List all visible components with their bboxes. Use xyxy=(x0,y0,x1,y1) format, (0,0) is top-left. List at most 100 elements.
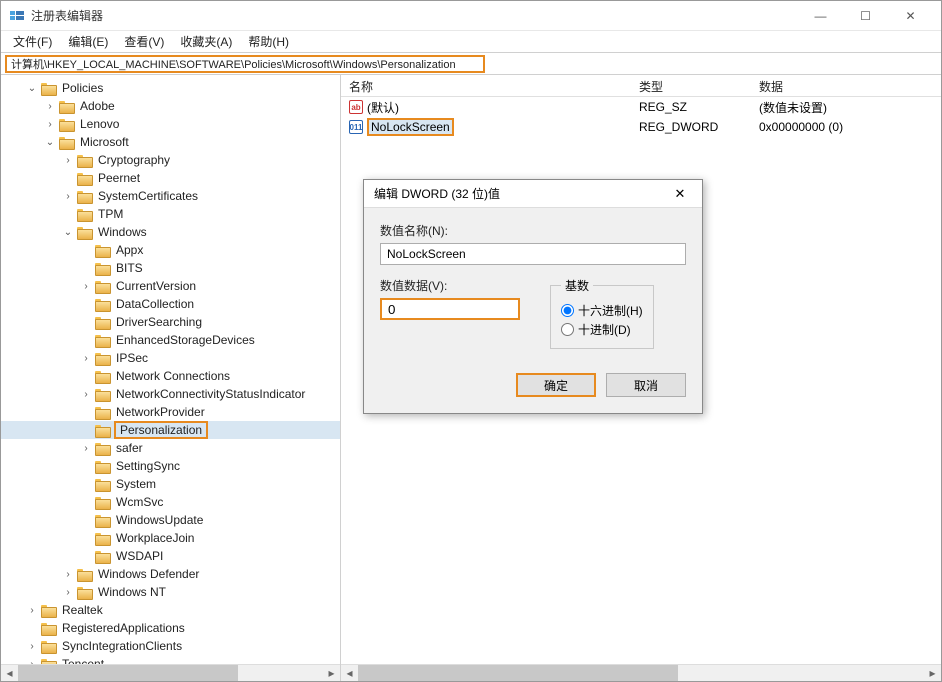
column-data[interactable]: 数据 xyxy=(751,75,941,96)
tree-node-systemcertificates[interactable]: ›SystemCertificates xyxy=(1,187,340,205)
tree-node-cryptography[interactable]: ›Cryptography xyxy=(1,151,340,169)
folder-icon xyxy=(95,514,109,526)
menu-help[interactable]: 帮助(H) xyxy=(242,31,295,52)
dialog-close-button[interactable]: ✕ xyxy=(668,186,692,202)
cancel-button[interactable]: 取消 xyxy=(606,373,686,397)
maximize-button[interactable]: ☐ xyxy=(843,2,888,30)
address-input[interactable]: 计算机\HKEY_LOCAL_MACHINE\SOFTWARE\Policies… xyxy=(5,55,485,73)
chevron-down-icon[interactable]: ⌄ xyxy=(25,81,39,95)
chevron-right-icon[interactable]: › xyxy=(43,117,57,131)
folder-icon xyxy=(95,496,109,508)
tree-node-microsoft[interactable]: ⌄Microsoft xyxy=(1,133,340,151)
tree-node-registeredapplications[interactable]: RegisteredApplications xyxy=(1,619,340,637)
chevron-right-icon[interactable]: › xyxy=(61,585,75,599)
close-button[interactable]: ✕ xyxy=(888,2,933,30)
menu-favorites[interactable]: 收藏夹(A) xyxy=(174,31,238,52)
tree-node-networkconnections[interactable]: Network Connections xyxy=(1,367,340,385)
folder-icon xyxy=(95,460,109,472)
values-hscrollbar[interactable]: ◂ ▸ xyxy=(341,664,941,681)
folder-icon xyxy=(95,532,109,544)
scroll-left-icon[interactable]: ◂ xyxy=(341,665,358,681)
tree-hscrollbar[interactable]: ◂ ▸ xyxy=(1,664,340,681)
scroll-right-icon[interactable]: ▸ xyxy=(323,665,340,681)
tree-node-ipsec[interactable]: ›IPSec xyxy=(1,349,340,367)
column-name[interactable]: 名称 xyxy=(341,75,631,96)
tree-node-bits[interactable]: BITS xyxy=(1,259,340,277)
folder-icon xyxy=(59,136,73,148)
tree-node-policies[interactable]: ⌄Policies xyxy=(1,79,340,97)
string-value-icon: ab xyxy=(349,100,363,114)
menu-file[interactable]: 文件(F) xyxy=(7,31,58,52)
scroll-thumb[interactable] xyxy=(18,665,238,681)
chevron-right-icon[interactable]: › xyxy=(61,189,75,203)
tree-node-lenovo[interactable]: ›Lenovo xyxy=(1,115,340,133)
folder-icon xyxy=(59,100,73,112)
ok-button[interactable]: 确定 xyxy=(516,373,596,397)
tree-node-tpm[interactable]: TPM xyxy=(1,205,340,223)
folder-icon xyxy=(41,622,55,634)
dword-value-icon: 011 xyxy=(349,120,363,134)
radio-dec[interactable]: 十进制(D) xyxy=(561,321,643,338)
tree-node-safer[interactable]: ›safer xyxy=(1,439,340,457)
basis-fieldset: 基数 十六进制(H) 十进制(D) xyxy=(550,277,654,349)
tree-node-adobe[interactable]: ›Adobe xyxy=(1,97,340,115)
tree-node-windowsnt[interactable]: ›Windows NT xyxy=(1,583,340,601)
dialog-title: 编辑 DWORD (32 位)值 xyxy=(374,185,668,202)
tree-node-windows[interactable]: ⌄Windows xyxy=(1,223,340,241)
dialog-titlebar[interactable]: 编辑 DWORD (32 位)值 ✕ xyxy=(364,180,702,208)
table-row[interactable]: ab(默认) REG_SZ (数值未设置) xyxy=(341,97,941,117)
tree-node-datacollection[interactable]: DataCollection xyxy=(1,295,340,313)
tree-node-driversearching[interactable]: DriverSearching xyxy=(1,313,340,331)
tree-node-syncintegrationclients[interactable]: ›SyncIntegrationClients xyxy=(1,637,340,655)
column-type[interactable]: 类型 xyxy=(631,75,751,96)
folder-icon xyxy=(77,586,91,598)
tree-node-windowsdefender[interactable]: ›Windows Defender xyxy=(1,565,340,583)
menu-edit[interactable]: 编辑(E) xyxy=(62,31,114,52)
tree-node-personalization[interactable]: Personalization xyxy=(1,421,340,439)
tree-node-realtek[interactable]: ›Realtek xyxy=(1,601,340,619)
tree-node-wsdapi[interactable]: WSDAPI xyxy=(1,547,340,565)
tree-node-appx[interactable]: Appx xyxy=(1,241,340,259)
scroll-thumb[interactable] xyxy=(358,665,678,681)
chevron-right-icon[interactable]: › xyxy=(43,99,57,113)
menu-view[interactable]: 查看(V) xyxy=(118,31,170,52)
chevron-right-icon[interactable]: › xyxy=(61,567,75,581)
tree-node-wcmsvc[interactable]: WcmSvc xyxy=(1,493,340,511)
value-data-input[interactable] xyxy=(380,298,520,320)
app-icon xyxy=(9,8,25,24)
chevron-right-icon[interactable]: › xyxy=(79,279,93,293)
chevron-right-icon[interactable]: › xyxy=(25,639,39,653)
radio-dec-input[interactable] xyxy=(561,323,574,336)
chevron-down-icon[interactable]: ⌄ xyxy=(61,225,75,239)
tree-node-currentversion[interactable]: ›CurrentVersion xyxy=(1,277,340,295)
tree-node-peernet[interactable]: Peernet xyxy=(1,169,340,187)
minimize-button[interactable]: — xyxy=(798,2,843,30)
chevron-right-icon[interactable]: › xyxy=(25,603,39,617)
radio-hex[interactable]: 十六进制(H) xyxy=(561,302,643,319)
scroll-left-icon[interactable]: ◂ xyxy=(1,665,18,681)
tree-node-system[interactable]: System xyxy=(1,475,340,493)
radio-hex-input[interactable] xyxy=(561,304,574,317)
folder-icon xyxy=(95,244,109,256)
scroll-right-icon[interactable]: ▸ xyxy=(924,665,941,681)
folder-icon xyxy=(95,424,109,436)
tree-node-workplacejoin[interactable]: WorkplaceJoin xyxy=(1,529,340,547)
tree-node-networkprovider[interactable]: NetworkProvider xyxy=(1,403,340,421)
menubar: 文件(F) 编辑(E) 查看(V) 收藏夹(A) 帮助(H) xyxy=(1,31,941,53)
chevron-right-icon[interactable]: › xyxy=(61,153,75,167)
tree-node-windowsupdate[interactable]: WindowsUpdate xyxy=(1,511,340,529)
folder-icon xyxy=(77,154,91,166)
folder-icon xyxy=(95,442,109,454)
chevron-right-icon[interactable]: › xyxy=(79,351,93,365)
edit-dword-dialog: 编辑 DWORD (32 位)值 ✕ 数值名称(N): NoLockScreen… xyxy=(363,179,703,414)
tree-node-networkconnectivitystatusindicator[interactable]: ›NetworkConnectivityStatusIndicator xyxy=(1,385,340,403)
chevron-right-icon[interactable]: › xyxy=(79,387,93,401)
tree-pane[interactable]: ⌄Policies ›Adobe ›Lenovo ⌄Microsoft ›Cry… xyxy=(1,75,341,681)
chevron-down-icon[interactable]: ⌄ xyxy=(43,135,57,149)
tree-node-enhancedstoragedevices[interactable]: EnhancedStorageDevices xyxy=(1,331,340,349)
folder-icon xyxy=(41,640,55,652)
chevron-right-icon[interactable]: › xyxy=(79,441,93,455)
table-row[interactable]: 011NoLockScreen REG_DWORD 0x00000000 (0) xyxy=(341,117,941,137)
tree-node-settingsync[interactable]: SettingSync xyxy=(1,457,340,475)
value-name-field[interactable]: NoLockScreen xyxy=(380,243,686,265)
